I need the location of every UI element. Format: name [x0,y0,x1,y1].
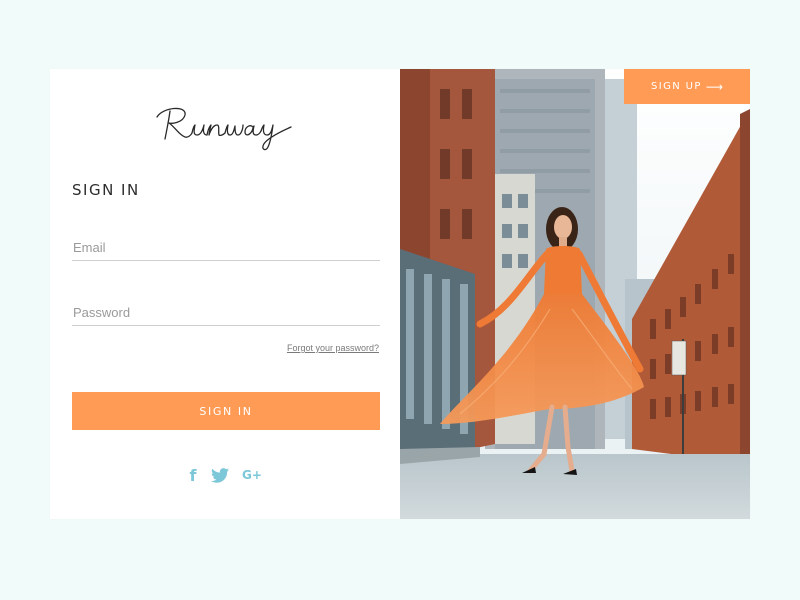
sign-in-panel: SIGN IN Forgot your password? SIGN IN f … [50,69,400,519]
twitter-bird-glyph [211,467,229,483]
facebook-icon[interactable]: f [188,466,198,485]
hero-photo [400,69,750,519]
sign-up-label: SIGN UP [650,81,702,92]
logo-script [156,107,292,151]
sign-up-button[interactable]: SIGN UP ⟶ [624,69,750,104]
password-field[interactable] [72,300,380,326]
sign-in-card: SIGN IN Forgot your password? SIGN IN f … [50,69,750,519]
email-field[interactable] [72,235,380,261]
forgot-password-link[interactable]: Forgot your password? [287,343,379,353]
sign-in-button[interactable]: SIGN IN [72,392,380,430]
social-links: f G+ [50,466,400,485]
twitter-icon[interactable] [211,467,229,483]
google-plus-icon[interactable]: G+ [242,467,262,483]
runway-logo [50,99,400,155]
arrow-right-icon: ⟶ [705,79,724,94]
hero-panel: SIGN UP ⟶ [400,69,750,519]
sign-in-heading: SIGN IN [72,181,140,199]
